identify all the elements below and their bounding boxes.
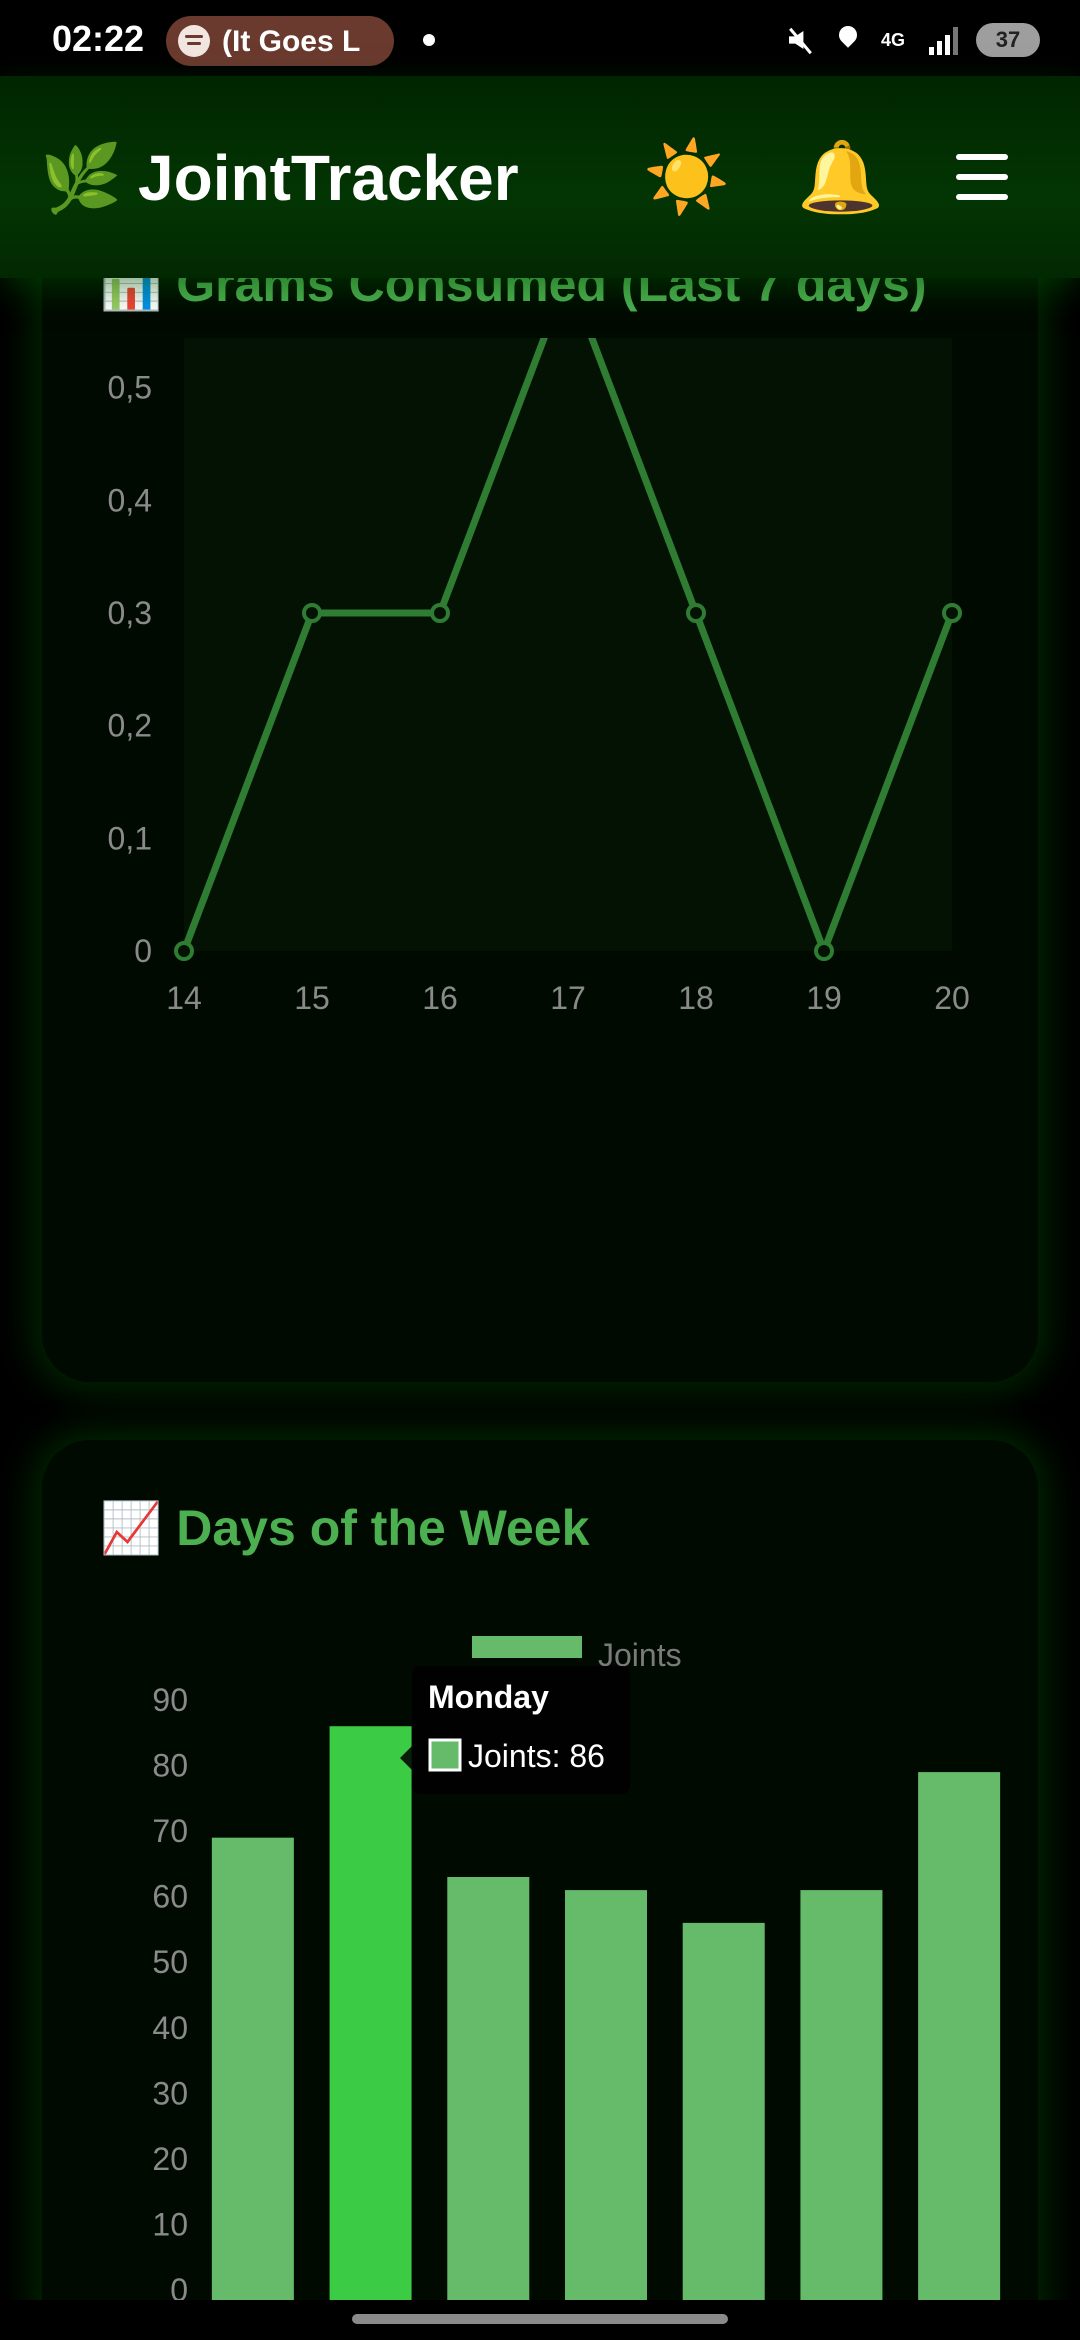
sun-icon[interactable]: ☀️ [642,132,732,222]
app-header: 🌿 JointTracker ☀️ 🔔 [0,76,1080,278]
tooltip-swatch [428,1738,462,1772]
y-tick-label: 0,1 [108,820,152,856]
hamburger-menu-icon[interactable] [938,132,1024,222]
status-time: 02:22 [52,18,145,59]
y-tick-label: 80 [152,1748,188,1784]
x-tick-label: 17 [550,980,586,1016]
app-title: JointTracker [138,142,519,214]
y-tick-label: 20 [152,2141,188,2177]
grams-card-title: 📊 Grams Consumed (Last 7 days) [100,278,927,314]
bar-chart-icon: 📊 [100,278,163,312]
grams-data-point [686,603,706,623]
x-tick-label: 15 [294,980,330,1016]
main-content[interactable]: 📊Grams Consumed (Last 7 days) Grams00,10… [0,278,1080,2300]
battery-indicator: 37 [976,23,1040,57]
x-tick-label: 16 [422,980,458,1016]
days-card-title-text: Days of the Week [176,1500,590,1556]
x-tick-label: 19 [806,980,842,1016]
notification-dot-icon [423,34,435,46]
location-icon [833,25,863,55]
bar-sunday [211,1837,294,2300]
legend-swatch-joints [472,1636,582,1658]
gesture-bar [0,2300,1080,2340]
y-tick-label: 40 [152,2010,188,2046]
y-tick-label: 0 [134,933,152,969]
y-tick-label: 10 [152,2206,188,2242]
grams-data-point [174,941,194,961]
grams-data-point [814,941,834,961]
mute-icon [785,25,815,55]
y-tick-label: 30 [152,2075,188,2111]
network-type-label: 4G [881,30,906,50]
x-tick-label: 18 [678,980,714,1016]
y-tick-label: 0 [170,2272,188,2300]
spotify-icon [178,25,210,57]
y-tick-label: 60 [152,1879,188,1915]
grams-chart-card: 📊Grams Consumed (Last 7 days) Grams00,10… [42,278,1038,1382]
bar-saturday [918,1772,1001,2300]
y-tick-label: 0,2 [108,708,152,744]
tooltip-title: Monday [428,1679,549,1715]
x-tick-label: 20 [934,980,970,1016]
signal-icon [929,25,958,55]
status-bar: 02:22 (It Goes L 4G 37 [0,0,1080,76]
grams-data-point [430,603,450,623]
home-indicator-handle[interactable] [352,2314,728,2324]
y-tick-label: 90 [152,1682,188,1718]
bar-thursday [682,1922,765,2300]
y-tick-label: 0,4 [108,482,152,518]
bar-friday [800,1890,883,2300]
media-playback-chip[interactable]: (It Goes L [166,16,394,66]
grams-card-title-text: Grams Consumed (Last 7 days) [176,278,927,312]
grams-data-point [942,603,962,623]
bar-tuesday [447,1877,530,2300]
tooltip-label: Joints: 86 [468,1738,605,1774]
leaf-logo-icon: 🌿 [40,141,123,215]
trending-chart-icon: 📈 [100,1500,163,1556]
grams-line-chart[interactable]: Grams00,10,20,30,40,50,614151617181920 [42,338,1038,1338]
days-chart-card: 📈 Days of the Week Joints 0 10 20 30 40 50 60 70 8… [42,1440,1038,2300]
grams-data-point [302,603,322,623]
y-tick-label: 0,5 [108,370,152,406]
y-tick-label: 70 [152,1813,188,1849]
bell-icon[interactable]: 🔔 [796,132,886,222]
bar-monday [329,1726,412,2300]
status-icons: 4G 37 [785,18,1040,62]
days-bar-chart[interactable]: Joints0102030405060708090 MondayJoints: 8… [42,1580,1038,2300]
bar-wednesday [565,1890,647,2300]
x-tick-label: 14 [166,980,202,1016]
days-card-title: 📈 Days of the Week [100,1498,589,1558]
y-tick-label: 50 [152,1944,188,1980]
media-track-text: (It Goes L [222,25,361,58]
y-tick-label: 0,3 [108,595,152,631]
